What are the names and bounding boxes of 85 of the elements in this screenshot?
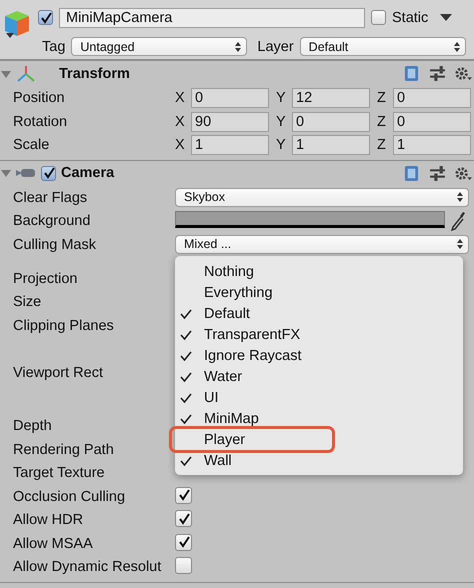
number-field[interactable]: 1 <box>191 135 269 155</box>
component-title: Camera <box>61 165 114 181</box>
number-field[interactable]: 90 <box>191 112 269 132</box>
checkbox[interactable] <box>175 486 192 504</box>
check-icon <box>180 308 192 320</box>
number-field[interactable]: 0 <box>393 112 471 132</box>
axis-label: Z <box>377 114 387 130</box>
color-field[interactable] <box>175 211 445 228</box>
eyedropper-icon[interactable] <box>451 211 467 231</box>
static-checkbox[interactable] <box>371 10 386 25</box>
settings-icon[interactable] <box>455 164 472 182</box>
property-label: Projection <box>13 270 78 288</box>
menu-item[interactable]: Nothing <box>175 261 332 282</box>
checkbox[interactable] <box>175 534 192 550</box>
axis-label: Y <box>276 90 287 106</box>
menu-item[interactable]: Wall <box>175 450 332 471</box>
tag-dropdown[interactable]: Untagged <box>71 37 248 56</box>
component-title: Transform <box>59 66 130 82</box>
axis-label: X <box>175 137 186 153</box>
menu-item[interactable]: Player <box>172 429 332 450</box>
updown-arrows-icon <box>457 239 463 249</box>
dropdown[interactable]: Mixed ... <box>175 234 469 254</box>
check-icon <box>180 412 192 424</box>
menu-item[interactable]: Water <box>175 366 332 387</box>
property-label: Clipping Planes <box>13 316 115 336</box>
number-field[interactable]: 1 <box>292 135 370 155</box>
name-field[interactable]: MiniMapCamera <box>59 8 365 28</box>
axis-label: Z <box>377 90 387 106</box>
check-icon <box>180 370 192 382</box>
dropdown[interactable]: Skybox <box>175 188 469 206</box>
axis-label: Y <box>276 114 287 130</box>
sliders-icon[interactable] <box>429 65 446 82</box>
sliders-icon[interactable] <box>429 164 446 182</box>
property-label: Depth <box>13 417 53 436</box>
axes-icon <box>16 64 36 82</box>
updown-arrows-icon <box>454 42 460 52</box>
number-field[interactable]: 0 <box>191 88 269 108</box>
active-checkbox[interactable] <box>38 10 53 25</box>
menu-item[interactable]: Ignore Raycast <box>175 345 332 366</box>
updown-arrows-icon <box>457 192 463 202</box>
checkbox[interactable] <box>175 557 192 574</box>
tag-label: Tag <box>42 38 66 54</box>
menu-item[interactable]: TransparentFX <box>175 324 332 345</box>
checkbox[interactable] <box>175 510 192 527</box>
menu-item[interactable]: Everything <box>175 282 332 303</box>
property-label: Size <box>13 293 42 312</box>
axis-label: X <box>175 90 186 106</box>
menu-item[interactable]: MiniMap <box>175 408 332 429</box>
property-label: Culling Mask <box>13 236 97 254</box>
foldout-icon[interactable] <box>1 68 11 78</box>
axis-label: Y <box>276 137 287 153</box>
check-icon <box>180 392 192 404</box>
property-label: Background <box>13 212 92 231</box>
check-icon <box>180 454 192 466</box>
property-label: Rotation <box>13 112 68 132</box>
menu-item[interactable]: UI <box>175 387 332 408</box>
property-label: Allow Dynamic Resolut <box>13 558 162 577</box>
static-label: Static <box>392 10 428 26</box>
menu-item[interactable]: Default <box>175 303 332 324</box>
property-label: Rendering Path <box>13 440 115 460</box>
number-field[interactable]: 12 <box>292 88 370 108</box>
property-label: Allow MSAA <box>13 534 94 554</box>
property-label: Target Texture <box>13 464 106 483</box>
check-icon <box>180 350 192 362</box>
check-icon <box>180 328 192 340</box>
axis-label: Z <box>377 137 387 153</box>
property-label: Scale <box>13 136 50 155</box>
camera-icon <box>16 167 36 179</box>
number-field[interactable]: 1 <box>393 135 471 155</box>
property-label: Occlusion Culling <box>13 488 126 506</box>
layer-label: Layer <box>257 38 294 54</box>
cube-icon <box>4 9 30 39</box>
caret-icon[interactable] <box>440 14 452 22</box>
settings-icon[interactable] <box>455 65 472 82</box>
updown-arrows-icon <box>235 42 242 52</box>
property-label: Viewport Rect <box>13 364 104 382</box>
foldout-icon[interactable] <box>1 168 11 178</box>
number-field[interactable]: 0 <box>292 112 370 132</box>
property-label: Allow HDR <box>13 511 84 530</box>
property-label: Position <box>13 89 66 108</box>
property-label: Clear Flags <box>13 188 88 208</box>
layer-dropdown[interactable]: Default <box>300 37 466 56</box>
axis-label: X <box>175 114 186 130</box>
enabled-checkbox[interactable] <box>41 166 56 180</box>
number-field[interactable]: 0 <box>393 88 471 108</box>
